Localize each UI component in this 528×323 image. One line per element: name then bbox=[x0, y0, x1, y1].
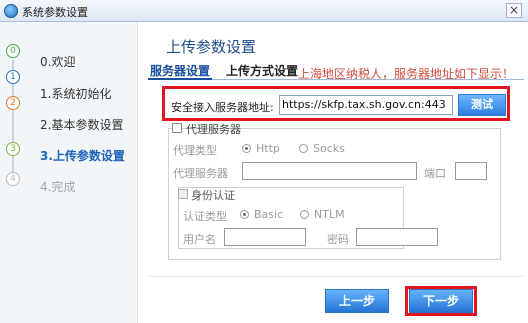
test-button[interactable]: 测试 bbox=[458, 94, 506, 116]
finish-icon: 4 bbox=[6, 172, 20, 186]
server-address-input[interactable]: https://skfp.tax.sh.gov.cn:443 bbox=[279, 95, 453, 115]
tab-server-settings[interactable]: 服务器设置 bbox=[148, 62, 213, 80]
server-notice: 上海地区纳税人，服务器地址如下显示！ bbox=[298, 67, 515, 81]
step-finish: 4.完成 bbox=[40, 180, 76, 194]
window-title: 系统参数设置 bbox=[22, 6, 88, 19]
proxy-enable-checkbox[interactable] bbox=[172, 123, 182, 133]
step-welcome: 0.欢迎 bbox=[40, 55, 76, 69]
auth-title: 身份认证 bbox=[191, 189, 235, 202]
ntlm-label: NTLM bbox=[314, 208, 345, 221]
upload-settings-icon: 3 bbox=[6, 142, 20, 156]
step-upload-settings: 3.上传参数设置 bbox=[40, 149, 125, 163]
server-address-section: 安全接入服务器地址: https://skfp.tax.sh.gov.cn:44… bbox=[162, 86, 510, 121]
next-button[interactable]: 下一步 bbox=[409, 289, 473, 313]
password-label: 密码 bbox=[327, 233, 349, 246]
port-input[interactable] bbox=[455, 162, 487, 180]
proxy-server-input[interactable] bbox=[242, 162, 417, 180]
proxy-type-label: 代理类型 bbox=[173, 144, 217, 157]
previous-button[interactable]: 上一步 bbox=[325, 289, 389, 313]
http-label: Http bbox=[256, 142, 280, 155]
page-title: 上传参数设置 bbox=[166, 38, 257, 56]
username-label: 用户名 bbox=[183, 233, 216, 246]
step-basic-settings: 2.基本参数设置 bbox=[40, 118, 124, 132]
basic-settings-icon: 2 bbox=[6, 96, 20, 110]
step-init: 1.系统初始化 bbox=[40, 87, 112, 101]
init-icon: 1 bbox=[6, 70, 20, 84]
tab-upload-method[interactable]: 上传方式设置 bbox=[224, 62, 300, 80]
proxy-enable-label: 代理服务器 bbox=[186, 123, 241, 136]
proxy-server-label: 代理服务器 bbox=[173, 167, 228, 180]
socks-label: Socks bbox=[313, 142, 345, 155]
password-input[interactable] bbox=[356, 228, 438, 246]
title-bar: 系统参数设置 × bbox=[0, 0, 528, 22]
footer-divider bbox=[148, 276, 524, 277]
basic-radio[interactable] bbox=[240, 210, 249, 219]
http-radio[interactable] bbox=[242, 144, 251, 153]
username-input[interactable] bbox=[224, 228, 306, 246]
auth-enable-checkbox[interactable] bbox=[178, 189, 188, 199]
auth-type-label: 认证类型 bbox=[183, 210, 227, 223]
welcome-icon: 0 bbox=[6, 44, 20, 58]
wizard-steps-panel: 0 0.欢迎 1 1.系统初始化 2 2.基本参数设置 3 3.上传参数设置 4… bbox=[0, 22, 138, 323]
close-button[interactable]: × bbox=[506, 3, 522, 18]
app-icon bbox=[4, 4, 18, 18]
ntlm-radio[interactable] bbox=[300, 210, 309, 219]
basic-label: Basic bbox=[254, 208, 284, 221]
socks-radio[interactable] bbox=[299, 144, 308, 153]
port-label: 端口 bbox=[424, 167, 446, 180]
server-address-label: 安全接入服务器地址: bbox=[171, 101, 274, 114]
